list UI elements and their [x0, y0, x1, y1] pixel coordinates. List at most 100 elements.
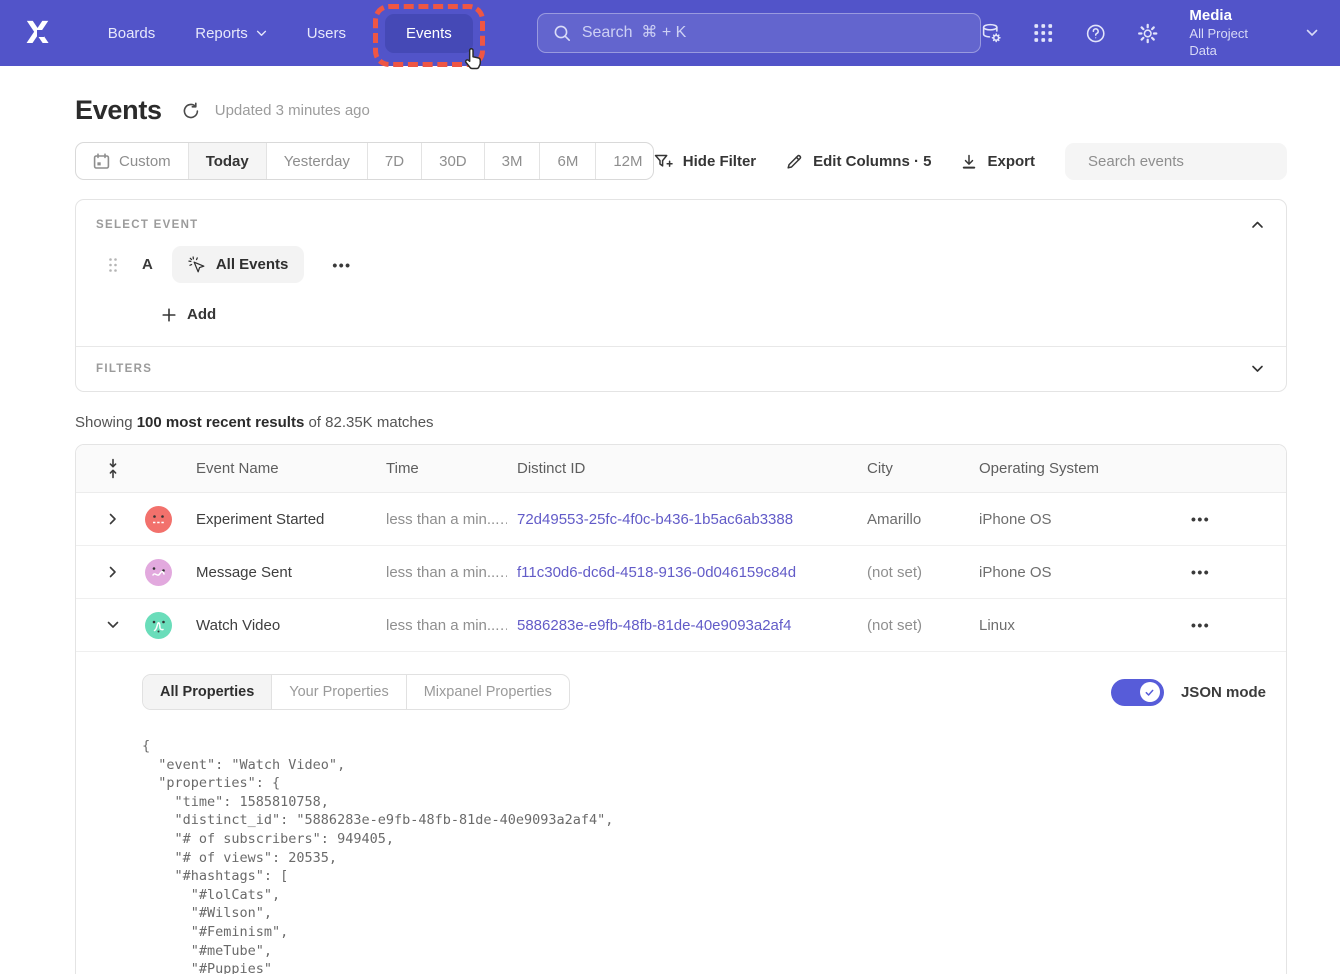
row-menu-button[interactable]: •••: [1161, 564, 1286, 580]
expand-row-icon[interactable]: [109, 513, 117, 525]
check-icon: [1144, 687, 1155, 698]
add-label: Add: [187, 306, 216, 323]
event-os: Linux: [969, 617, 1161, 634]
edit-columns-label: Edit Columns · 5: [813, 153, 931, 170]
toolbar-actions: Hide Filter Edit Columns · 5 Export: [654, 142, 1287, 180]
event-time: less than a min...: [386, 617, 499, 634]
event-step-more-button[interactable]: •••: [332, 257, 351, 273]
event-city: (not set): [857, 617, 969, 634]
filter-funnel-icon: [654, 154, 673, 170]
mixpanel-logo-icon[interactable]: X: [26, 16, 59, 51]
date-range-today[interactable]: Today: [189, 143, 267, 179]
nav-item-label: Events: [406, 25, 452, 42]
hand-cursor-icon: [462, 46, 483, 71]
pencil-icon: [786, 153, 803, 170]
nav-item-boards[interactable]: Boards: [93, 15, 171, 52]
chevron-up-icon[interactable]: [1251, 221, 1264, 229]
date-range-custom[interactable]: Custom: [76, 143, 189, 179]
distinct-id-link[interactable]: f11c30d6-dc6d-4518-9136-0d046159c84d: [517, 564, 796, 581]
collapse-row-icon[interactable]: [107, 621, 119, 629]
json-mode-control: JSON mode: [1111, 679, 1266, 706]
chevron-down-icon[interactable]: [1251, 365, 1264, 373]
tab-all-properties[interactable]: All Properties: [143, 675, 272, 709]
all-events-label: All Events: [216, 256, 289, 273]
date-range-7d[interactable]: 7D: [368, 143, 422, 179]
nav-item-label: Boards: [108, 25, 156, 42]
magic-cursor-icon: [188, 256, 206, 274]
global-search[interactable]: [537, 13, 981, 53]
edit-columns-button[interactable]: Edit Columns · 5: [786, 153, 931, 170]
col-header-time[interactable]: Time: [376, 460, 507, 477]
help-icon[interactable]: [1085, 22, 1106, 45]
project-switcher[interactable]: Media All Project Data: [1189, 6, 1272, 59]
col-header-event-name[interactable]: Event Name: [186, 460, 376, 477]
json-mode-toggle[interactable]: [1111, 679, 1164, 706]
date-range-group: Custom Today Yesterday 7D 30D 3M 6M 12M: [75, 142, 654, 180]
chevron-down-icon: [256, 30, 267, 37]
toggle-knob: [1140, 682, 1160, 702]
row-menu-button[interactable]: •••: [1161, 617, 1286, 633]
json-mode-label: JSON mode: [1181, 684, 1266, 701]
event-city: (not set): [857, 564, 969, 581]
download-icon: [961, 154, 977, 170]
tab-mixpanel-properties[interactable]: Mixpanel Properties: [407, 675, 569, 709]
date-range-3m[interactable]: 3M: [485, 143, 541, 179]
expand-row-icon[interactable]: [109, 566, 117, 578]
col-header-os[interactable]: Operating System: [969, 460, 1161, 477]
event-os: iPhone OS: [969, 564, 1161, 581]
nav-item-events[interactable]: Events: [385, 14, 473, 53]
drag-handle-icon[interactable]: [108, 257, 118, 273]
tab-your-properties[interactable]: Your Properties: [272, 675, 406, 709]
chevron-down-icon[interactable]: [1306, 29, 1318, 37]
export-button[interactable]: Export: [961, 153, 1035, 170]
sort-order-icon[interactable]: [106, 458, 120, 479]
table-row-expanded[interactable]: Watch Video less than a min... 5886283e-…: [76, 599, 1286, 652]
row-menu-button[interactable]: •••: [1161, 511, 1286, 527]
search-events-input[interactable]: [1088, 153, 1287, 170]
page-title: Events: [75, 95, 162, 126]
results-prefix: Showing: [75, 414, 137, 431]
event-city: Amarillo: [857, 511, 969, 528]
col-header-distinct-id[interactable]: Distinct ID: [507, 460, 857, 477]
apps-grid-icon[interactable]: [1033, 22, 1054, 44]
settings-gear-icon[interactable]: [1137, 22, 1158, 45]
global-search-input[interactable]: [582, 24, 965, 42]
hide-filter-button[interactable]: Hide Filter: [654, 153, 756, 170]
top-navbar: X Boards Reports Users Events: [0, 0, 1340, 66]
distinct-id-link[interactable]: 72d49553-25fc-4f0c-b436-1b5ac6ab3388: [517, 511, 793, 528]
table-row[interactable]: Message Sent less than a min... f11c30d6…: [76, 546, 1286, 599]
date-range-label: 7D: [385, 153, 404, 170]
table-row[interactable]: Experiment Started less than a min... 72…: [76, 493, 1286, 546]
refresh-icon[interactable]: [182, 102, 200, 120]
date-range-12m[interactable]: 12M: [596, 143, 653, 179]
nav-item-label: Reports: [195, 25, 248, 42]
nav-item-reports[interactable]: Reports: [180, 15, 282, 52]
export-label: Export: [987, 153, 1035, 170]
last-updated-text: Updated 3 minutes ago: [215, 102, 370, 119]
project-name: Media: [1189, 6, 1272, 26]
col-header-city[interactable]: City: [857, 460, 969, 477]
filters-label: FILTERS: [96, 363, 152, 375]
date-range-6m[interactable]: 6M: [540, 143, 596, 179]
add-event-button[interactable]: Add: [162, 306, 1286, 323]
date-range-label: 30D: [439, 153, 467, 170]
distinct-id-link[interactable]: 5886283e-e9fb-48fb-81de-40e9093a2af4: [517, 617, 791, 634]
date-range-label: 12M: [613, 153, 642, 170]
event-avatar: [145, 559, 172, 586]
date-range-30d[interactable]: 30D: [422, 143, 485, 179]
event-step-row: A All Events •••: [108, 246, 1286, 283]
hide-filter-label: Hide Filter: [683, 153, 756, 170]
calendar-icon: [93, 153, 110, 170]
query-builder-card: SELECT EVENT A All Events •••: [75, 199, 1287, 392]
data-management-icon[interactable]: [981, 22, 1002, 45]
toolbar: Custom Today Yesterday 7D 30D 3M 6M 12M …: [75, 142, 1287, 180]
date-range-yesterday[interactable]: Yesterday: [267, 143, 368, 179]
all-events-selector[interactable]: All Events: [172, 246, 305, 283]
nav-item-events-wrapper: Events: [385, 14, 473, 53]
nav-item-users[interactable]: Users: [292, 15, 361, 52]
event-detail-panel: All Properties Your Properties Mixpanel …: [76, 652, 1286, 974]
results-count: 100 most recent results: [137, 414, 305, 431]
search-events[interactable]: [1065, 143, 1287, 180]
event-avatar: [145, 506, 172, 533]
filters-section[interactable]: FILTERS: [76, 347, 1286, 391]
